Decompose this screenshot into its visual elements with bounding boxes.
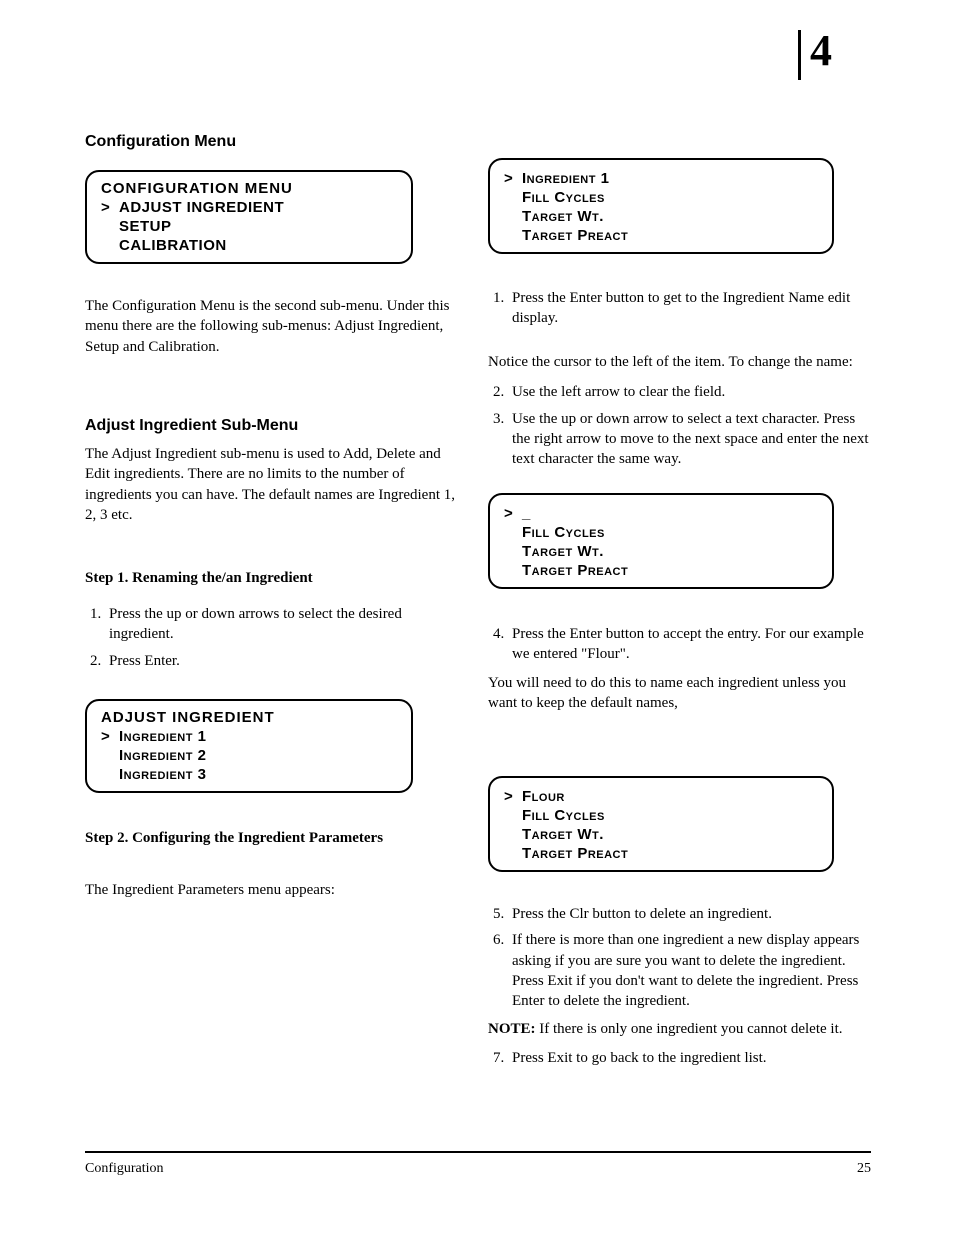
menu-item[interactable]: Fill Cycles — [504, 189, 818, 206]
menu-item-label: Ingredient 1 — [522, 170, 609, 187]
body-text: Notice the cursor to the left of the ite… — [488, 352, 873, 372]
adjust-body: The Adjust Ingredient sub-menu is used t… — [85, 444, 465, 525]
lcd-config-menu: CONFIGURATION MENU >ADJUST INGREDIENT SE… — [85, 170, 413, 264]
menu-item-label: Target Wt. — [522, 208, 604, 225]
menu-item-label: Ingredient 3 — [119, 766, 206, 783]
menu-item[interactable]: >Ingredient 1 — [101, 728, 397, 745]
menu-item-label: Ingredient 2 — [119, 747, 206, 764]
step-text: Use the left arrow to clear the field. — [508, 382, 873, 402]
config-heading: Step 2. Configuring the Ingredient Param… — [85, 830, 465, 847]
menu-item[interactable]: SETUP — [101, 218, 397, 235]
menu-item-label: Target Wt. — [522, 826, 604, 843]
step-text: Press Enter. — [105, 651, 465, 671]
adjust-heading: Adjust Ingredient Sub-Menu — [85, 417, 465, 435]
configuration-body: The Configuration Menu is the second sub… — [85, 296, 465, 357]
menu-item-label: Target Preact — [522, 562, 628, 579]
menu-item[interactable]: CALIBRATION — [101, 237, 397, 254]
menu-item[interactable]: Target Wt. — [504, 543, 818, 560]
menu-item[interactable]: Target Preact — [504, 227, 818, 244]
footer-section: Configuration — [85, 1161, 164, 1177]
menu-item-label: Fill Cycles — [522, 807, 605, 824]
menu-item-label: Fill Cycles — [522, 524, 605, 541]
config-intro: The Ingredient Parameters menu appears: — [85, 880, 465, 900]
menu-item[interactable]: Target Preact — [504, 562, 818, 579]
lcd-flour: >Flour Fill Cycles Target Wt. Target Pre… — [488, 776, 834, 872]
note-label: NOTE: — [488, 1021, 536, 1037]
menu-item[interactable]: >ADJUST INGREDIENT — [101, 199, 397, 216]
renaming-heading: Step 1. Renaming the/an Ingredient — [85, 570, 465, 587]
menu-item-label: Flour — [522, 788, 565, 805]
note-text: If there is only one ingredient you cann… — [539, 1021, 842, 1037]
menu-item-label: Target Preact — [522, 845, 628, 862]
page-number: 25 — [857, 1161, 871, 1177]
lcd-name-edit: >_ Fill Cycles Target Wt. Target Preact — [488, 493, 834, 589]
menu-item-label: _ — [522, 505, 531, 522]
footer-divider — [85, 1151, 871, 1153]
lcd-ingredient-params: >Ingredient 1 Fill Cycles Target Wt. Tar… — [488, 158, 834, 254]
menu-item[interactable]: >Ingredient 1 — [504, 170, 818, 187]
step-text: Press Exit to go back to the ingredient … — [508, 1048, 873, 1068]
step-text: Use the up or down arrow to select a tex… — [508, 409, 873, 470]
menu-item[interactable]: Target Wt. — [504, 826, 818, 843]
menu-item-label: Target Preact — [522, 227, 628, 244]
lcd-title: CONFIGURATION MENU — [101, 180, 397, 197]
menu-item[interactable]: >_ — [504, 505, 818, 522]
menu-item-label: SETUP — [119, 218, 172, 235]
step-text: If there is more than one ingredient a n… — [508, 930, 873, 1011]
menu-item[interactable]: Target Wt. — [504, 208, 818, 225]
menu-item-label: Target Wt. — [522, 543, 604, 560]
configuration-heading: Configuration Menu — [85, 133, 465, 151]
section-number: 4 — [810, 25, 832, 76]
menu-item[interactable]: Ingredient 2 — [101, 747, 397, 764]
step-text: Press the Clr button to delete an ingred… — [508, 904, 873, 924]
header-divider — [798, 30, 801, 80]
lcd-adjust-ingredient: ADJUST INGREDIENT >Ingredient 1 Ingredie… — [85, 699, 413, 793]
menu-item-label: ADJUST INGREDIENT — [119, 199, 284, 216]
body-text: You will need to do this to name each in… — [488, 673, 873, 714]
menu-item[interactable]: Fill Cycles — [504, 807, 818, 824]
menu-item[interactable]: Target Preact — [504, 845, 818, 862]
menu-item[interactable]: Fill Cycles — [504, 524, 818, 541]
menu-item-label: Fill Cycles — [522, 189, 605, 206]
step-text: Press the up or down arrows to select th… — [105, 604, 465, 645]
menu-item[interactable]: >Flour — [504, 788, 818, 805]
lcd-title: ADJUST INGREDIENT — [101, 709, 397, 726]
menu-item[interactable]: Ingredient 3 — [101, 766, 397, 783]
menu-item-label: CALIBRATION — [119, 237, 227, 254]
menu-item-label: Ingredient 1 — [119, 728, 206, 745]
step-text: Press the Enter button to accept the ent… — [508, 624, 873, 665]
step-text: Press the Enter button to get to the Ing… — [508, 288, 873, 329]
